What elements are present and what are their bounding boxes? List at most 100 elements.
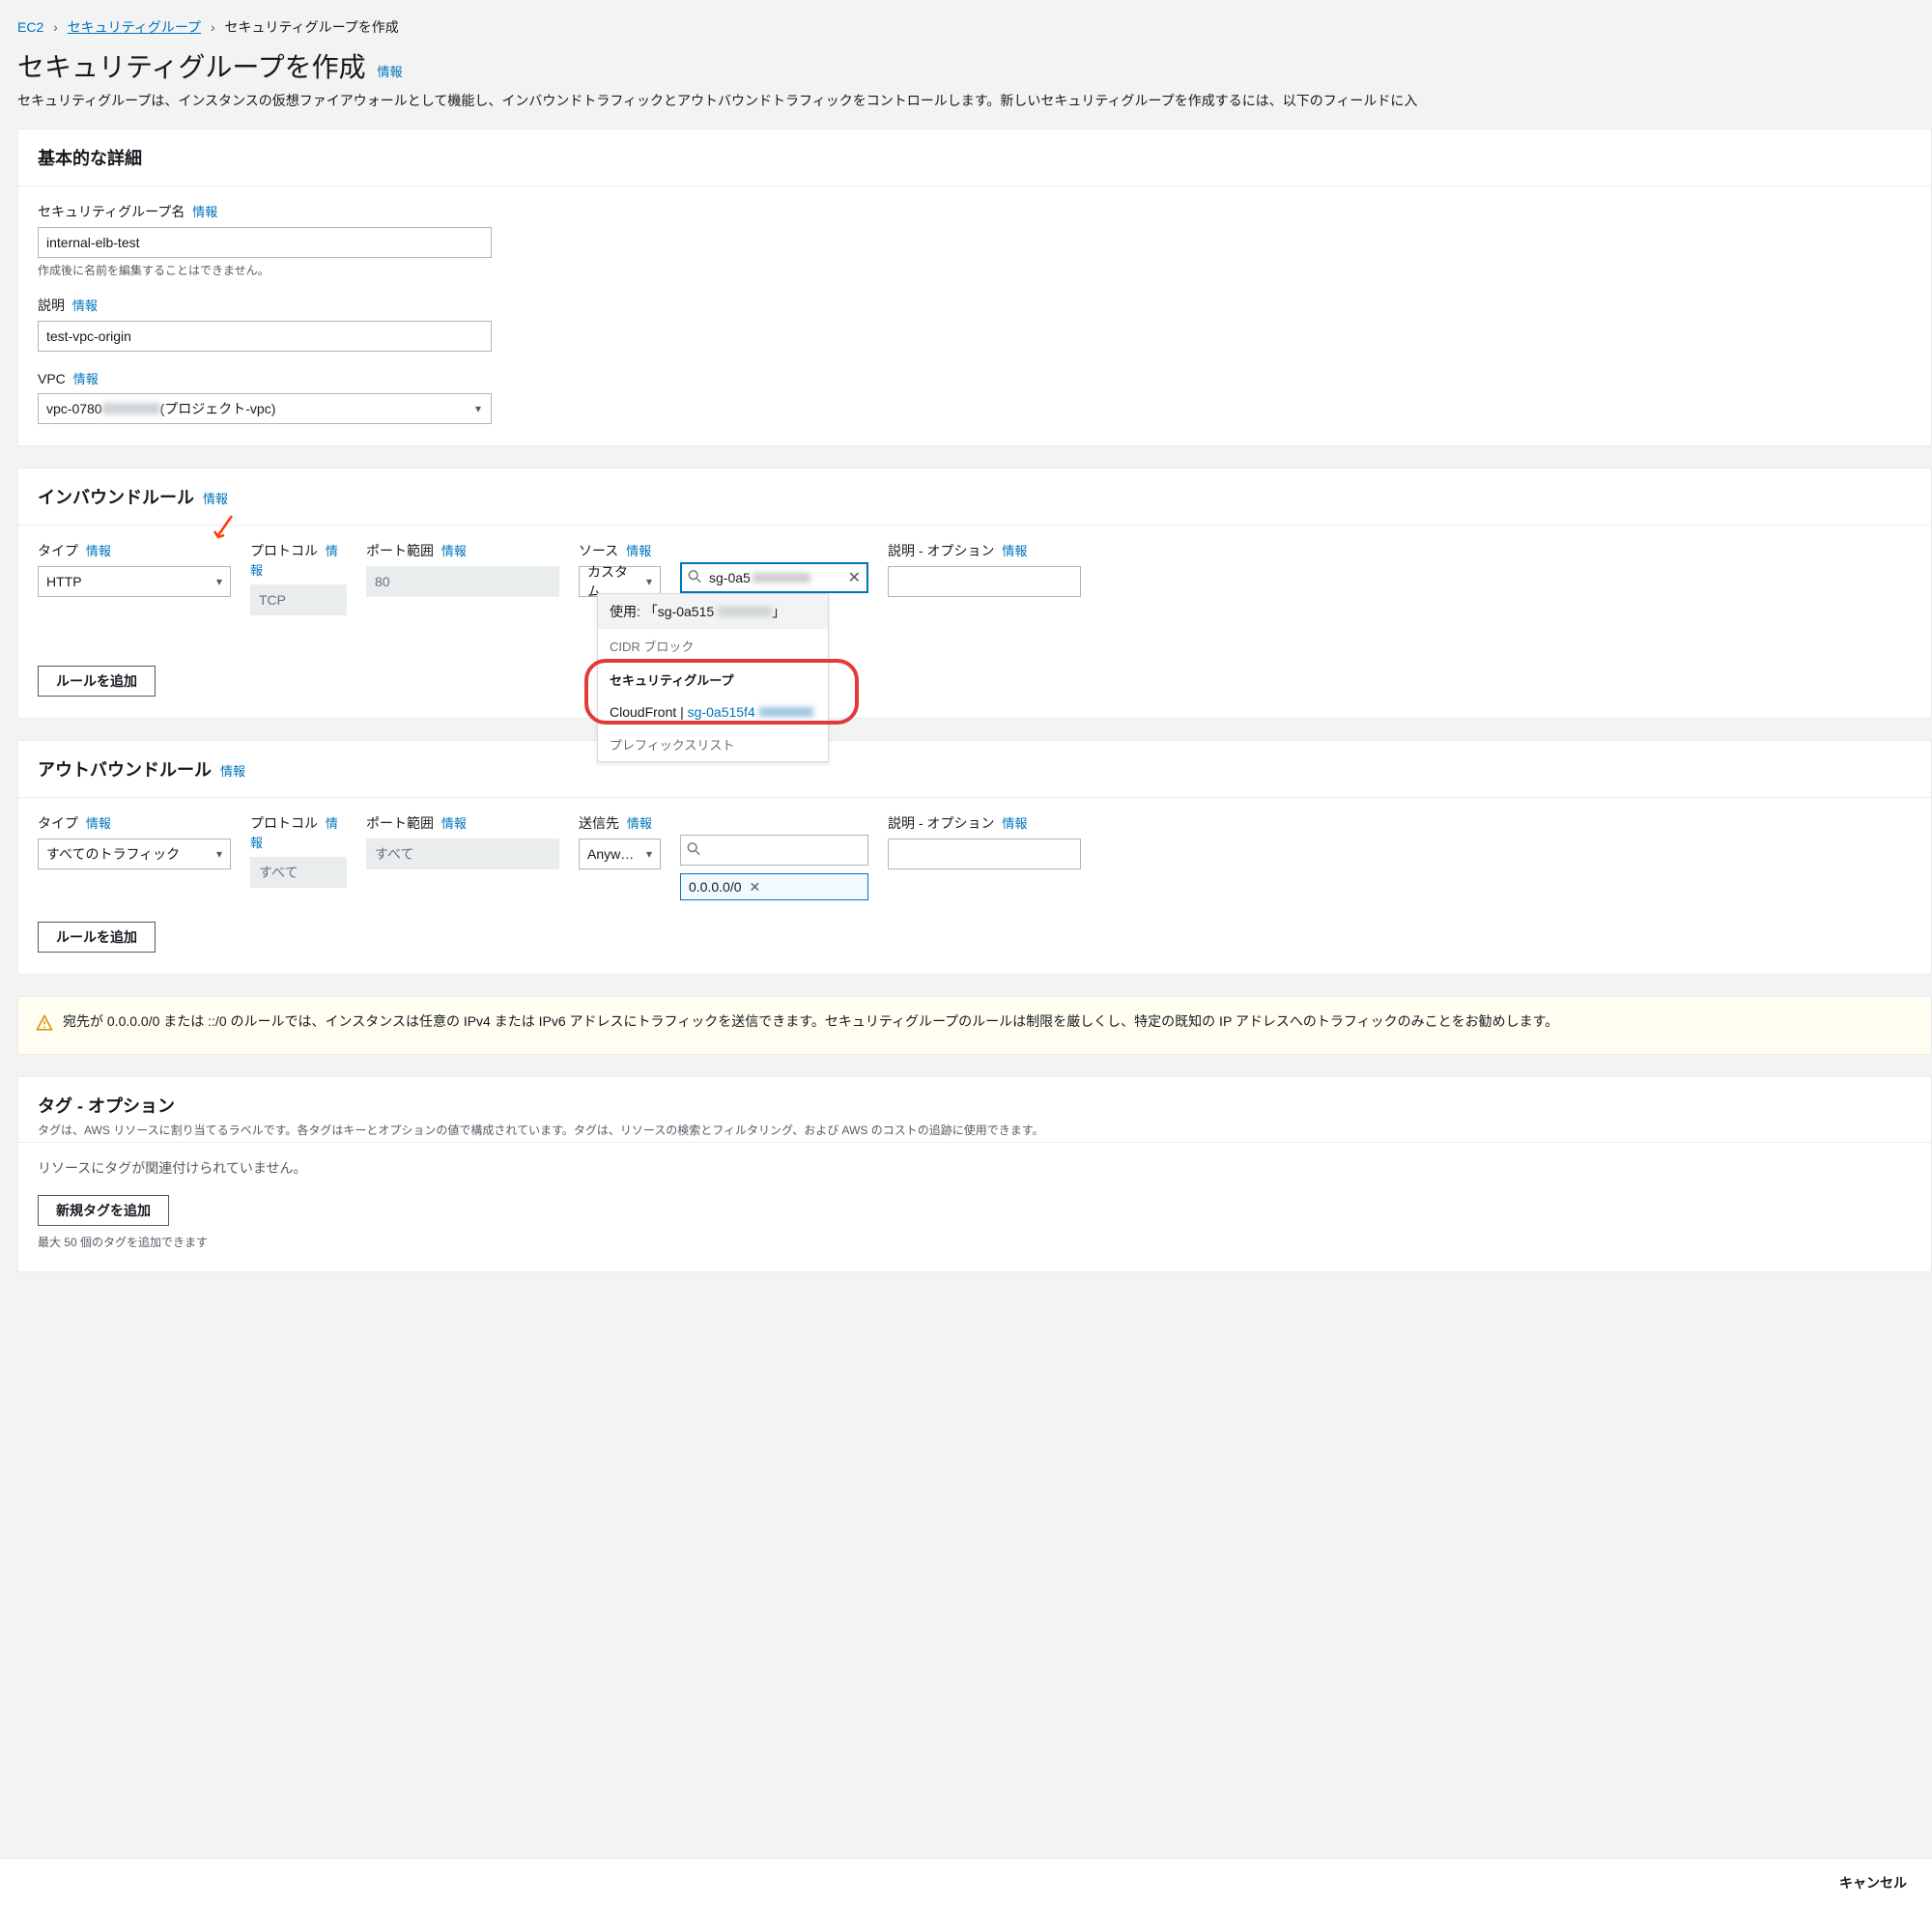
- protocol-label-text: プロトコル: [250, 815, 318, 831]
- cidr-chip[interactable]: 0.0.0.0/0 ✕: [680, 873, 868, 900]
- rule-desc-input[interactable]: [888, 839, 1081, 869]
- vpc-value-suffix: (プロジェクト-vpc): [160, 399, 276, 418]
- outbound-panel: アウトバウンドルール 情報 タイプ 情報 すべてのトラフィック プロトコル: [17, 740, 1932, 975]
- sg-desc-input[interactable]: [38, 321, 492, 352]
- dropdown-used-suffix: 」: [772, 604, 785, 619]
- breadcrumb-sg[interactable]: セキュリティグループ: [68, 19, 201, 35]
- tags-empty-text: リソースにタグが関連付けられていません。: [38, 1158, 1912, 1178]
- dropdown-used-row: 使用: 「sg-0a515 」: [598, 594, 828, 629]
- warning-banner: 宛先が 0.0.0.0/0 または ::/0 のルールでは、インスタンスは任意の…: [17, 996, 1932, 1055]
- info-link[interactable]: 情報: [377, 65, 402, 79]
- breadcrumb-current: セキュリティグループを作成: [224, 19, 398, 35]
- port-label-text: ポート範囲: [366, 543, 434, 558]
- type-label-text: タイプ: [38, 543, 78, 558]
- source-label-text: ソース: [579, 543, 618, 558]
- tags-header-text: タグ - オプション: [38, 1096, 175, 1116]
- type-value: HTTP: [46, 574, 82, 589]
- protocol-label: プロトコル 情報: [250, 813, 347, 851]
- destination-value: Anywhere-...: [587, 846, 637, 862]
- rule-desc-label: 説明 - オプション 情報: [888, 813, 1081, 833]
- info-link[interactable]: 情報: [627, 816, 652, 831]
- inbound-header: インバウンドルール 情報: [18, 469, 1931, 526]
- page-title: セキュリティグループを作成 情報: [17, 46, 1932, 85]
- info-link[interactable]: 情報: [86, 816, 111, 831]
- search-icon: [688, 570, 701, 586]
- sg-name-help: 作成後に名前を編集することはできません。: [38, 262, 1912, 278]
- dropdown-item-prefix: CloudFront |: [610, 704, 688, 720]
- source-label: ソース 情報: [579, 541, 661, 560]
- outbound-header-text: アウトバウンドルール: [38, 760, 212, 780]
- port-label-text: ポート範囲: [366, 815, 434, 831]
- vpc-select[interactable]: vpc-0780 (プロジェクト-vpc): [38, 393, 492, 424]
- footer: キャンセル: [0, 1858, 1932, 1907]
- sg-name-input[interactable]: [38, 227, 492, 258]
- type-label: タイプ 情報: [38, 813, 231, 833]
- destination-search-label: [680, 813, 868, 829]
- dropdown-sg-id: sg-0a515f4: [688, 704, 755, 720]
- info-link[interactable]: 情報: [441, 544, 467, 558]
- info-link[interactable]: 情報: [441, 816, 467, 831]
- dropdown-sg-item[interactable]: CloudFront | sg-0a515f4: [598, 697, 828, 727]
- source-search-text: sg-0a5: [709, 570, 751, 585]
- type-select[interactable]: HTTP: [38, 566, 231, 597]
- inbound-header-text: インバウンドルール: [38, 488, 194, 507]
- vpc-label: VPC 情報: [38, 369, 1912, 387]
- tags-panel: タグ - オプション タグは、AWS リソースに割り当てるラベルです。各タグはキ…: [17, 1076, 1932, 1272]
- info-link[interactable]: 情報: [86, 544, 111, 558]
- vpc-label-text: VPC: [38, 371, 66, 386]
- breadcrumb-ec2[interactable]: EC2: [17, 19, 43, 35]
- info-link[interactable]: 情報: [73, 372, 99, 386]
- chevron-right-icon: ›: [53, 19, 58, 35]
- search-icon: [687, 842, 700, 859]
- info-link[interactable]: 情報: [72, 299, 98, 313]
- type-select[interactable]: すべてのトラフィック: [38, 839, 231, 869]
- sg-name-label-text: セキュリティグループ名: [38, 204, 185, 219]
- close-icon[interactable]: ✕: [750, 879, 761, 896]
- cancel-button[interactable]: キャンセル: [1833, 1872, 1913, 1893]
- info-link[interactable]: 情報: [192, 205, 217, 219]
- sg-desc-label: 説明 情報: [38, 296, 1912, 315]
- tags-limit-text: 最大 50 個のタグを追加できます: [38, 1234, 1912, 1250]
- port-label: ポート範囲 情報: [366, 541, 559, 560]
- destination-label-text: 送信先: [579, 815, 619, 831]
- destination-select[interactable]: Anywhere-...: [579, 839, 661, 869]
- vpc-value-prefix: vpc-0780: [46, 401, 102, 416]
- protocol-field: TCP: [250, 584, 347, 615]
- rule-desc-label-text: 説明 - オプション: [888, 815, 994, 831]
- info-link[interactable]: 情報: [626, 544, 651, 558]
- dropdown-sg-label: セキュリティグループ: [598, 663, 828, 697]
- dropdown-prefix-label: プレフィックスリスト: [598, 727, 828, 761]
- warning-icon: [36, 1012, 53, 1040]
- source-dropdown: 使用: 「sg-0a515 」 CIDR ブロック セキュリティグループ Clo…: [597, 593, 829, 762]
- source-search-label: [680, 541, 868, 556]
- destination-label: 送信先 情報: [579, 813, 661, 833]
- info-link[interactable]: 情報: [1002, 816, 1027, 831]
- outbound-header: アウトバウンドルール 情報: [18, 741, 1931, 798]
- sg-name-label: セキュリティグループ名 情報: [38, 202, 1912, 221]
- add-outbound-rule-button[interactable]: ルールを追加: [38, 922, 156, 953]
- add-tag-button[interactable]: 新規タグを追加: [38, 1195, 169, 1226]
- port-field: 80: [366, 566, 559, 597]
- protocol-label-text: プロトコル: [250, 543, 318, 558]
- type-value: すべてのトラフィック: [46, 844, 180, 864]
- redacted-text: [753, 573, 810, 583]
- page-description: セキュリティグループは、インスタンスの仮想ファイアウォールとして機能し、インバウ…: [17, 91, 1932, 111]
- redacted-text: [759, 707, 813, 717]
- tags-subtitle: タグは、AWS リソースに割り当てるラベルです。各タグはキーとオプションの値で構…: [38, 1122, 1912, 1138]
- info-link[interactable]: 情報: [1002, 544, 1027, 558]
- close-icon[interactable]: ✕: [848, 568, 861, 587]
- rule-desc-label: 説明 - オプション 情報: [888, 541, 1081, 560]
- protocol-field: すべて: [250, 857, 347, 888]
- basic-details-header: 基本的な詳細: [18, 129, 1931, 186]
- inbound-panel: インバウンドルール 情報 タイプ 情報 HTTP: [17, 468, 1932, 719]
- add-inbound-rule-button[interactable]: ルールを追加: [38, 666, 156, 697]
- destination-search-input[interactable]: [680, 835, 868, 866]
- rule-desc-input[interactable]: [888, 566, 1081, 597]
- cidr-chip-text: 0.0.0.0/0: [689, 879, 742, 895]
- info-link[interactable]: 情報: [203, 492, 228, 506]
- source-search-input[interactable]: sg-0a5 ✕: [680, 562, 868, 593]
- info-link[interactable]: 情報: [220, 764, 245, 779]
- redacted-text: [718, 607, 772, 616]
- port-label: ポート範囲 情報: [366, 813, 559, 833]
- dropdown-cidr-label: CIDR ブロック: [598, 629, 828, 663]
